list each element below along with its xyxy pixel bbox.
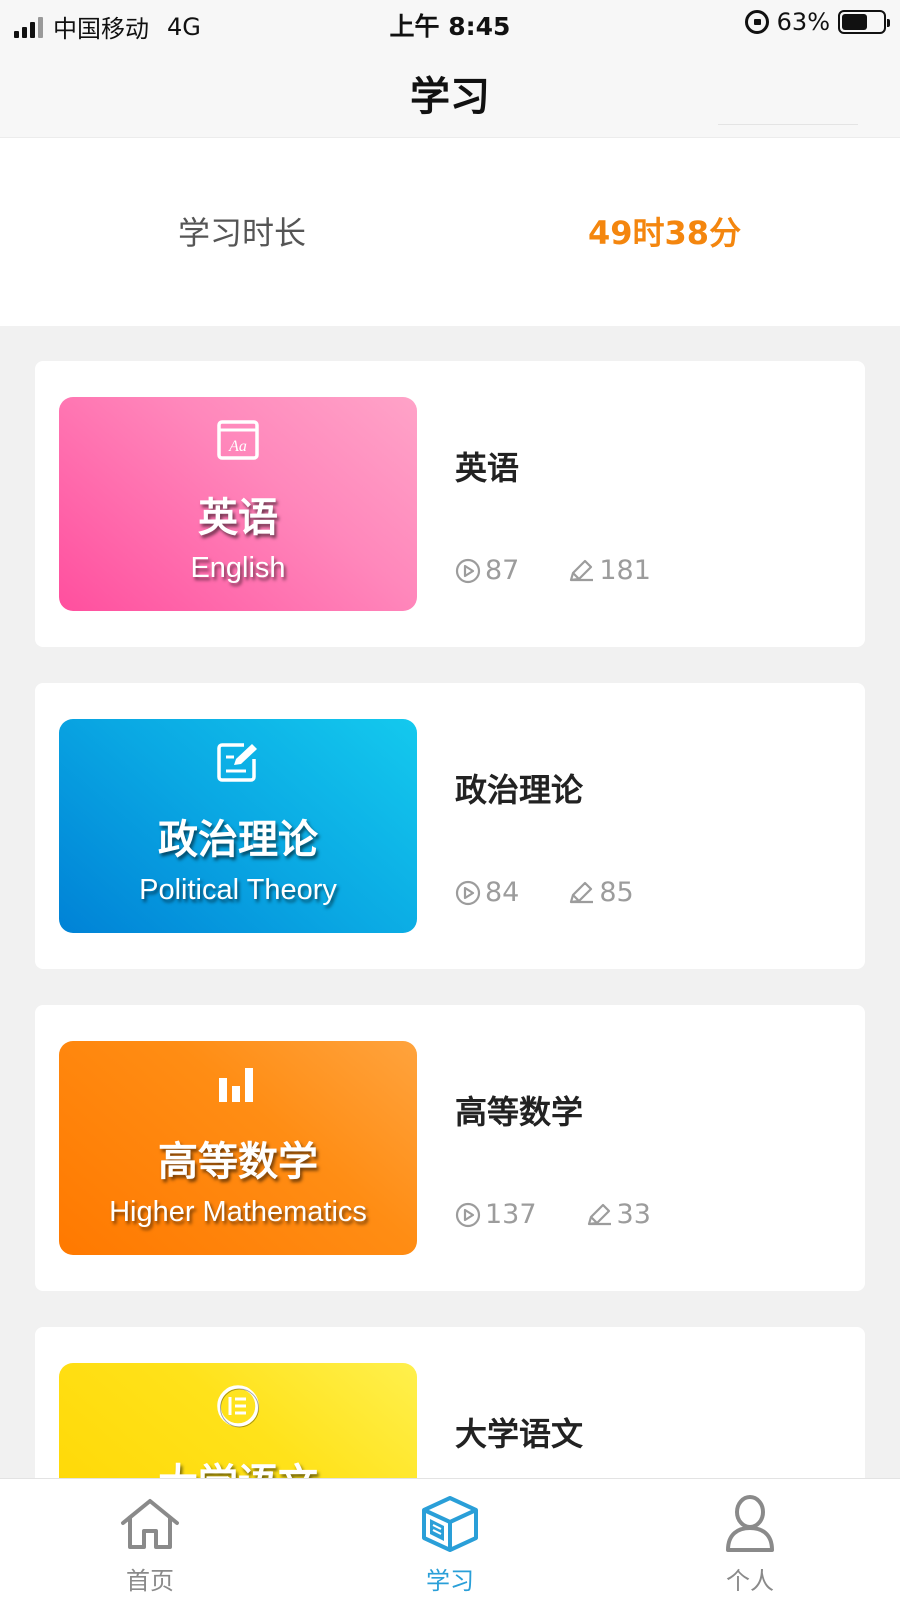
video-count-value: 84	[485, 877, 520, 908]
course-card-political-theory[interactable]: 政治理论 Political Theory 政治理论 84 85	[35, 683, 865, 969]
home-icon	[80, 1493, 220, 1555]
tab-profile-label: 个人	[726, 1567, 774, 1595]
study-cube-icon	[380, 1493, 520, 1555]
svg-text:Aa: Aa	[228, 438, 247, 455]
person-icon	[680, 1493, 820, 1555]
status-right: 63%	[744, 8, 890, 36]
course-title: 英语	[455, 449, 520, 487]
exercise-count: 33	[585, 1199, 651, 1230]
cover-title-en: English	[190, 552, 286, 584]
tab-study-label: 学习	[426, 1567, 474, 1595]
text-circle-icon	[59, 1383, 417, 1429]
rotation-lock-icon	[744, 10, 769, 34]
course-list: Aa 英语 English 英语 87 181 政治理论 Political T…	[35, 361, 865, 1600]
battery-percent: 63%	[776, 8, 830, 36]
tab-home-label: 首页	[126, 1567, 174, 1595]
pencil-icon	[570, 559, 594, 581]
tab-profile[interactable]: 个人	[680, 1493, 820, 1596]
bar-chart-icon	[59, 1061, 417, 1107]
play-circle-icon	[455, 880, 481, 905]
course-cover[interactable]: 政治理论 Political Theory	[59, 719, 417, 933]
exercise-count: 85	[567, 877, 634, 908]
course-stats: 84 85	[455, 877, 682, 908]
exercise-count-value: 85	[599, 877, 634, 908]
exercise-count: 181	[567, 555, 651, 586]
exercise-count-value: 33	[616, 1199, 651, 1230]
video-count-value: 87	[485, 555, 520, 586]
status-bar: 中国移动 4G 上午 8:45 63%	[0, 0, 900, 46]
pencil-icon	[570, 881, 594, 903]
video-count: 84	[455, 877, 519, 908]
study-time-label: 学习时长	[178, 214, 307, 252]
tab-home[interactable]: 首页	[80, 1493, 220, 1596]
play-circle-icon	[455, 1202, 481, 1227]
cover-title-cn: 英语	[198, 495, 278, 541]
pencil-icon	[587, 1203, 611, 1225]
study-time-value: 49时38分	[588, 214, 742, 252]
course-stats: 137 33	[455, 1199, 699, 1230]
dictionary-icon: Aa	[59, 417, 417, 463]
course-title: 高等数学	[455, 1093, 584, 1131]
nav-divider	[718, 124, 858, 125]
course-stats: 87 181	[455, 555, 699, 586]
cover-title-en: Political Theory	[139, 874, 337, 906]
course-title: 大学语文	[455, 1415, 584, 1453]
tab-study[interactable]: 学习	[380, 1493, 520, 1596]
course-card-english[interactable]: Aa 英语 English 英语 87 181	[35, 361, 865, 647]
video-count: 137	[455, 1199, 537, 1230]
video-count-value: 137	[485, 1199, 537, 1230]
course-title: 政治理论	[455, 771, 584, 809]
tab-bar: 首页 学习 个人	[0, 1478, 900, 1600]
study-time-panel: 学习时长 49时38分	[0, 138, 900, 326]
cover-title-cn: 政治理论	[158, 817, 318, 863]
course-cover[interactable]: 高等数学 Higher Mathematics	[59, 1041, 417, 1255]
course-cover[interactable]: Aa 英语 English	[59, 397, 417, 611]
battery-icon	[838, 10, 890, 34]
cover-title-cn: 高等数学	[158, 1139, 318, 1185]
video-count: 87	[455, 555, 519, 586]
exercise-count-value: 181	[599, 555, 651, 586]
edit-icon	[59, 739, 417, 785]
course-card-higher-mathematics[interactable]: 高等数学 Higher Mathematics 高等数学 137 33	[35, 1005, 865, 1291]
page-title: 学习	[410, 74, 490, 120]
nav-bar: 学习	[0, 46, 900, 138]
play-circle-icon	[455, 558, 481, 583]
cover-title-en: Higher Mathematics	[109, 1196, 367, 1228]
